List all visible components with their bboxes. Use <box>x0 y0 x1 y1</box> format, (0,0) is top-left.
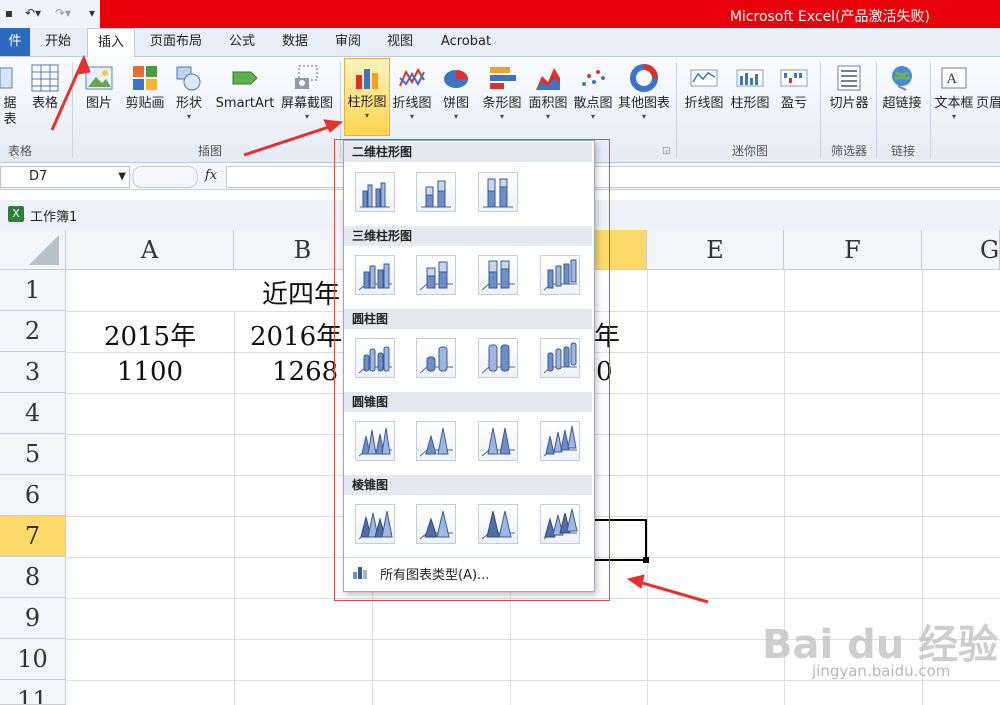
annotation-arrows <box>50 54 709 604</box>
watermark-url: jingyan.baidu.com <box>812 662 951 680</box>
